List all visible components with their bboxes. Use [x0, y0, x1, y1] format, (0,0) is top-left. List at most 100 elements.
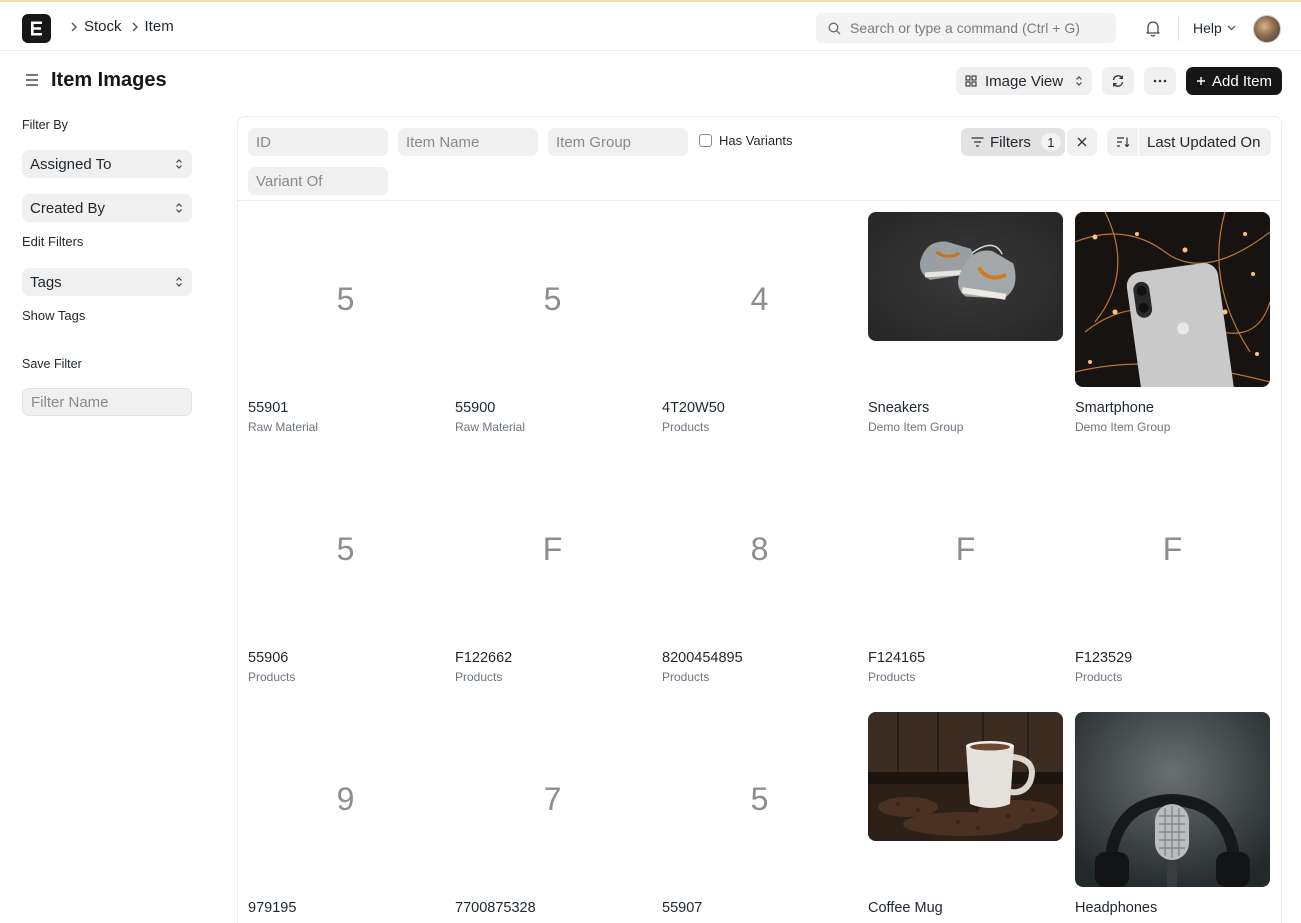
breadcrumb-item[interactable]: Item — [145, 18, 174, 35]
nav-divider — [1178, 17, 1179, 41]
item-card[interactable]: 5 55906 Products — [248, 462, 443, 684]
item-title[interactable]: F123529 — [1075, 650, 1132, 666]
item-list-panel: Has Variants Filters 1 Last Updated On — [237, 116, 1282, 923]
item-title[interactable]: Coffee Mug — [868, 900, 943, 916]
item-card[interactable]: 9 979195 — [248, 712, 443, 916]
has-variants-filter[interactable]: Has Variants — [699, 133, 792, 148]
item-placeholder-initial[interactable]: 5 — [248, 212, 443, 387]
item-group: Demo Item Group — [868, 420, 964, 434]
item-title[interactable]: 55900 — [455, 400, 495, 416]
sort-field-button[interactable]: Last Updated On — [1139, 134, 1260, 151]
assigned-to-select[interactable]: Assigned To — [22, 150, 192, 178]
variant-of-filter-input[interactable] — [248, 167, 388, 195]
item-placeholder-initial[interactable]: 8 — [662, 462, 857, 637]
filter-name-input[interactable] — [22, 388, 192, 416]
item-placeholder-initial[interactable]: 9 — [248, 712, 443, 887]
item-card[interactable]: 5 55900 Raw Material — [455, 212, 650, 434]
item-title[interactable]: 979195 — [248, 900, 296, 916]
item-title[interactable]: 7700875328 — [455, 900, 536, 916]
refresh-button[interactable] — [1102, 67, 1134, 95]
app-logo[interactable] — [22, 14, 51, 43]
item-card[interactable]: 5 55901 Raw Material — [248, 212, 443, 434]
item-card[interactable]: 4 4T20W50 Products — [662, 212, 857, 434]
item-title[interactable]: 8200454895 — [662, 650, 743, 666]
item-image[interactable] — [868, 712, 1063, 841]
search-bar[interactable] — [816, 13, 1116, 43]
item-group: Products — [1075, 670, 1123, 684]
item-placeholder-initial[interactable]: 5 — [248, 462, 443, 637]
item-title[interactable]: Sneakers — [868, 400, 929, 416]
user-avatar[interactable] — [1253, 15, 1281, 43]
has-variants-label: Has Variants — [719, 133, 793, 148]
item-title[interactable]: 55906 — [248, 650, 288, 666]
breadcrumb-stock[interactable]: Stock — [84, 18, 122, 35]
filters-label: Filters — [990, 133, 1031, 151]
item-placeholder-initial[interactable]: F — [455, 462, 650, 637]
sort-order-button[interactable] — [1107, 128, 1139, 156]
breadcrumb: Stock Item — [64, 18, 174, 35]
item-card[interactable]: 7 7700875328 — [455, 712, 650, 916]
item-group-filter-input[interactable] — [548, 128, 688, 156]
item-placeholder-initial[interactable]: 4 — [662, 212, 857, 387]
select-arrows-icon — [176, 203, 182, 213]
search-icon — [828, 22, 841, 34]
smartphone-photo — [1075, 212, 1270, 387]
item-placeholder-initial[interactable]: F — [1075, 462, 1270, 637]
plus-icon — [1196, 77, 1205, 85]
item-placeholder-initial[interactable]: 7 — [455, 712, 650, 887]
sort-selector: Last Updated On — [1107, 128, 1271, 156]
item-card[interactable]: F F123529 Products — [1075, 462, 1270, 684]
select-arrows-icon — [1076, 76, 1083, 86]
item-card[interactable]: 5 55907 — [662, 712, 857, 916]
filter-icon — [971, 137, 984, 147]
item-title[interactable]: Smartphone — [1075, 400, 1154, 416]
has-variants-checkbox[interactable] — [699, 134, 712, 147]
item-image[interactable] — [868, 212, 1063, 341]
sidebar-toggle-icon[interactable] — [25, 73, 39, 92]
item-placeholder-initial[interactable]: 5 — [662, 712, 857, 887]
help-dropdown[interactable]: Help — [1193, 20, 1236, 36]
item-group: Demo Item Group — [1075, 420, 1171, 434]
item-group: Products — [662, 420, 710, 434]
item-placeholder-initial[interactable]: 5 — [455, 212, 650, 387]
show-tags-link[interactable]: Show Tags — [22, 308, 85, 323]
add-item-label: Add Item — [1211, 72, 1273, 90]
more-actions-button[interactable] — [1144, 67, 1176, 95]
tags-select[interactable]: Tags — [22, 268, 192, 296]
created-by-label: Created By — [30, 199, 106, 217]
id-filter-input[interactable] — [248, 128, 388, 156]
item-title[interactable]: 55901 — [248, 400, 288, 416]
item-placeholder-initial[interactable]: F — [868, 462, 1063, 637]
notifications-bell-icon[interactable] — [1145, 20, 1161, 42]
created-by-select[interactable]: Created By — [22, 194, 192, 222]
item-title[interactable]: F124165 — [868, 650, 925, 666]
item-title[interactable]: Headphones — [1075, 900, 1157, 916]
view-label: Image View — [985, 72, 1064, 90]
chevron-right-icon — [70, 22, 78, 32]
chevron-right-icon — [131, 22, 139, 32]
save-filter-label: Save Filter — [22, 357, 82, 371]
item-name-filter-input[interactable] — [398, 128, 538, 156]
item-title[interactable]: 55907 — [662, 900, 702, 916]
item-image[interactable] — [1075, 212, 1270, 387]
edit-filters-link[interactable]: Edit Filters — [22, 234, 83, 249]
ellipsis-icon — [1153, 79, 1167, 83]
view-switcher-button[interactable]: Image View — [956, 67, 1092, 95]
item-group: Raw Material — [248, 420, 319, 434]
item-card[interactable]: 8 8200454895 Products — [662, 462, 857, 684]
item-title[interactable]: 4T20W50 — [662, 400, 725, 416]
sneakers-photo — [868, 212, 1063, 341]
item-image[interactable] — [1075, 712, 1270, 887]
filters-count-badge: 1 — [1040, 133, 1061, 151]
item-card[interactable]: F F124165 Products — [868, 462, 1063, 684]
item-title[interactable]: F122662 — [455, 650, 512, 666]
item-card[interactable]: F F122662 Products — [455, 462, 650, 684]
filters-button[interactable]: Filters 1 — [961, 128, 1065, 156]
search-input[interactable] — [850, 20, 1110, 36]
tags-label: Tags — [30, 273, 62, 291]
item-group: Products — [662, 670, 710, 684]
clear-filters-button[interactable] — [1067, 128, 1097, 156]
headphones-photo — [1075, 712, 1270, 887]
add-item-button[interactable]: Add Item — [1186, 67, 1282, 95]
top-navbar: Stock Item Help — [0, 0, 1301, 51]
